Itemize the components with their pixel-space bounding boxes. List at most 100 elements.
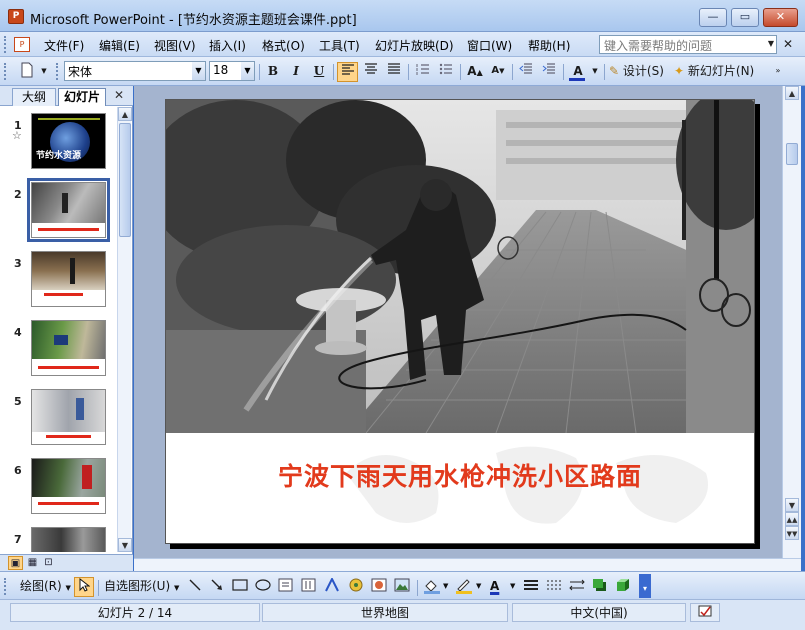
scroll-down-icon[interactable]: ▼ [118,538,132,552]
new-document-dropdown-icon[interactable]: ▼ [39,62,49,82]
shadow-style-icon[interactable] [592,578,608,596]
scroll-up-icon[interactable]: ▲ [785,86,799,100]
clipart-icon[interactable] [371,578,387,596]
vertical-textbox-icon[interactable] [301,578,316,596]
draw-font-color-icon[interactable]: A [490,578,499,596]
drawing-toolbar-grip[interactable] [4,578,7,595]
menu-window[interactable]: 窗口(W) [467,37,512,54]
line-color-icon[interactable] [455,578,473,596]
increase-font-size-icon[interactable]: A▲ [465,62,485,82]
scroll-up-icon[interactable]: ▲ [118,107,132,121]
horizontal-scrollbar[interactable] [134,558,801,571]
align-left-icon[interactable] [337,62,358,82]
arrow-style-icon[interactable] [569,578,585,596]
status-design-name: 世界地图 [262,603,508,622]
menu-grip[interactable] [4,36,7,53]
slide-sorter-view-icon[interactable]: ▦ [25,556,40,570]
align-right-icon[interactable] [384,62,404,82]
slide-title[interactable]: 宁波下雨天用水枪冲洗小区路面 [166,457,754,493]
slide-transition-icon: ☆ [12,129,22,142]
font-color-button[interactable]: A [567,62,589,82]
line-tool-icon[interactable] [188,578,202,596]
menu-file[interactable]: 文件(F) [44,37,84,54]
next-slide-icon[interactable]: ▼▼ [785,526,799,540]
scroll-down-icon[interactable]: ▼ [785,498,799,512]
menu-help[interactable]: 帮助(H) [528,37,570,54]
oval-tool-icon[interactable] [255,578,271,596]
textbox-tool-icon[interactable] [278,578,293,596]
slide-thumbnail-6[interactable] [31,458,106,514]
font-name-select[interactable]: 宋体 ▼ [64,61,206,81]
wordart-icon[interactable] [324,576,340,596]
decrease-font-size-icon[interactable]: A▼ [488,62,508,82]
font-color-dropdown-icon[interactable]: ▼ [590,62,600,82]
tab-slides[interactable]: 幻灯片 [58,88,106,106]
close-document-icon[interactable]: ✕ [783,37,793,51]
slide-thumbnail-7[interactable] [31,527,106,552]
close-button[interactable]: ✕ [763,8,798,27]
fill-color-dropdown-icon[interactable]: ▼ [443,578,448,596]
rectangle-tool-icon[interactable] [232,578,248,596]
pane-close-icon[interactable]: ✕ [114,88,124,102]
align-center-icon[interactable] [361,62,381,82]
menu-slideshow[interactable]: 幻灯片放映(D) [375,37,454,54]
slide-thumbnail-4[interactable] [31,320,106,376]
underline-button[interactable]: U [310,62,328,82]
normal-view-icon[interactable]: ▣ [8,556,23,570]
numbered-list-icon[interactable] [413,62,433,82]
menu-format[interactable]: 格式(O) [262,37,305,54]
minimize-button[interactable]: — [699,8,727,27]
powerpoint-app-icon[interactable]: P [8,9,24,24]
slide-canvas[interactable]: 宁波下雨天用水枪冲洗小区路面 [165,99,755,544]
dash-style-icon[interactable] [546,578,562,596]
bullet-list-icon[interactable] [436,62,456,82]
menu-insert[interactable]: 插入(I) [209,37,246,54]
fill-color-icon[interactable] [423,578,441,596]
document-icon[interactable]: P [14,37,30,52]
toolbar-grip[interactable] [4,63,7,80]
new-slide-button[interactable]: ✦ 新幻灯片(N) [674,62,764,82]
menu-edit[interactable]: 编辑(E) [99,37,140,54]
arrow-tool-icon[interactable] [210,578,224,596]
previous-slide-icon[interactable]: ▲▲ [785,512,799,526]
slides-pane-scrollbar[interactable]: ▲ ▼ [117,107,132,552]
select-objects-icon[interactable] [74,577,94,597]
font-size-dropdown-icon[interactable]: ▼ [241,62,254,80]
line-style-icon[interactable] [523,578,539,596]
scroll-thumb[interactable] [119,123,131,237]
tab-outline[interactable]: 大纲 [12,88,56,106]
slide-thumbnail-1[interactable]: 节约水资源 [31,113,106,169]
maximize-button[interactable]: ▭ [731,8,759,27]
slide-scrollbar[interactable]: ▲ ▼ ▲▲ ▼▼ [782,86,801,558]
toolbar-options-icon[interactable]: » [772,62,784,82]
spelling-status-icon[interactable] [690,603,720,622]
help-search-input[interactable]: 键入需要帮助的问题 ▼ [599,35,777,54]
decrease-indent-icon[interactable] [516,62,536,82]
increase-indent-icon[interactable] [539,62,559,82]
bold-button[interactable]: B [264,62,282,82]
slide-photo[interactable] [166,100,754,433]
slides-pane: 大纲 幻灯片 ✕ 1 ☆ 节约水资源 2 3 4 5 6 7 ▲ ▼ ▣ ▦ ⊡ [0,86,133,571]
draw-menu-button[interactable]: 绘图(R) ▼ [20,578,71,596]
slide-thumbnail-5[interactable] [31,389,106,445]
line-color-dropdown-icon[interactable]: ▼ [476,578,481,596]
insert-picture-icon[interactable] [394,578,410,596]
font-name-dropdown-icon[interactable]: ▼ [192,62,205,80]
help-dropdown-icon[interactable]: ▼ [768,39,774,48]
draw-font-color-dropdown-icon[interactable]: ▼ [510,578,515,596]
scroll-thumb[interactable] [786,143,798,165]
menu-view[interactable]: 视图(V) [154,37,196,54]
toolbar-grip-2[interactable] [56,63,59,80]
italic-button[interactable]: I [287,62,305,82]
slide-thumbnail-2[interactable] [27,178,110,242]
3d-style-icon[interactable] [615,578,631,596]
autoshapes-menu-button[interactable]: 自选图形(U) ▼ [104,578,179,596]
slideshow-view-icon[interactable]: ⊡ [41,556,56,570]
menu-tools[interactable]: 工具(T) [319,37,360,54]
drawing-toolbar-options-icon[interactable]: ▾ [639,574,651,598]
font-size-select[interactable]: 18 ▼ [209,61,255,81]
new-document-icon[interactable] [18,62,36,82]
diagram-icon[interactable] [348,578,364,596]
slide-thumbnail-3[interactable] [31,251,106,307]
design-button[interactable]: ✎ 设计(S) [609,62,671,82]
